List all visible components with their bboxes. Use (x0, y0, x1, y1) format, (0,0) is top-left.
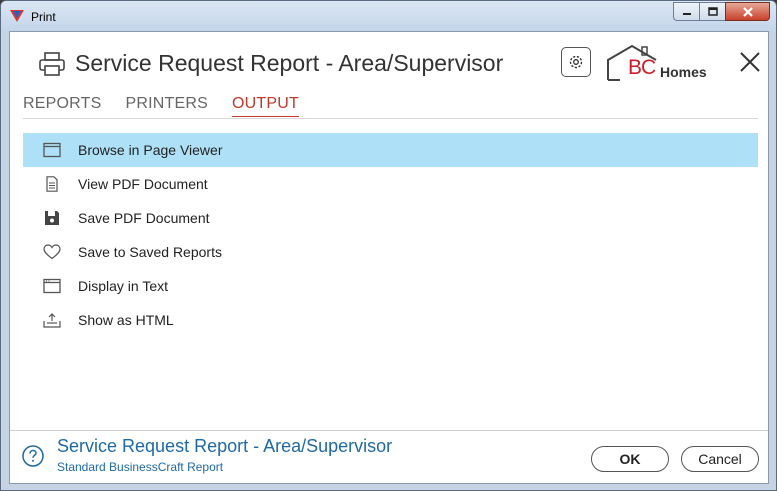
dialog-close-icon[interactable] (738, 50, 762, 74)
option-browse-page-viewer[interactable]: Browse in Page Viewer (23, 133, 758, 167)
option-label: View PDF Document (78, 176, 208, 192)
option-label: Save to Saved Reports (78, 244, 222, 260)
option-label: Save PDF Document (78, 210, 210, 226)
logo-homes-text: Homes (660, 64, 707, 80)
option-save-pdf[interactable]: Save PDF Document (23, 201, 758, 235)
dialog-content: Service Request Report - Area/Supervisor… (9, 31, 769, 484)
minimize-button[interactable] (673, 2, 699, 21)
option-display-text[interactable]: Display in Text (23, 269, 758, 303)
title-bar[interactable]: Print (1, 1, 776, 31)
ok-button[interactable]: OK (591, 446, 669, 472)
tab-output[interactable]: OUTPUT (231, 95, 299, 117)
window-controls (673, 2, 770, 21)
heart-icon (43, 244, 61, 260)
maximize-button[interactable] (699, 2, 725, 21)
footer-divider (10, 430, 768, 431)
footer-report-subtitle: Standard BusinessCraft Report (57, 460, 224, 474)
option-show-html[interactable]: Show as HTML (23, 303, 758, 337)
maximize-icon (707, 6, 718, 16)
option-save-saved-reports[interactable]: Save to Saved Reports (23, 235, 758, 269)
tab-bar: REPORTS PRINTERS OUTPUT (23, 95, 323, 117)
option-view-pdf[interactable]: View PDF Document (23, 167, 758, 201)
output-options-list: Browse in Page Viewer View PDF Document … (23, 133, 758, 337)
footer-report-title: Service Request Report - Area/Supervisor (57, 436, 393, 456)
logo-bc-text: BC (628, 56, 656, 79)
gear-icon (569, 55, 583, 69)
window-title: Print (31, 10, 56, 24)
cancel-button[interactable]: Cancel (681, 446, 759, 472)
export-tray-icon (43, 313, 61, 328)
close-icon (742, 6, 753, 17)
option-label: Show as HTML (78, 312, 174, 328)
document-icon (46, 176, 58, 192)
window-close-button[interactable] (725, 2, 770, 21)
print-window: Print Service Request Report - Area/Supe… (0, 0, 777, 491)
window-icon (43, 142, 61, 158)
tab-reports[interactable]: REPORTS (23, 95, 101, 117)
tab-printers[interactable]: PRINTERS (125, 95, 208, 117)
report-title: Service Request Report - Area/Supervisor (75, 50, 504, 76)
floppy-disk-icon (45, 211, 59, 225)
option-label: Display in Text (78, 278, 169, 294)
tab-divider (23, 118, 758, 119)
text-window-icon (43, 278, 61, 294)
option-label: Browse in Page Viewer (78, 142, 223, 158)
company-logo: BC Homes (602, 42, 722, 82)
printer-icon (39, 52, 65, 76)
help-icon[interactable] (22, 445, 44, 467)
app-logo-icon (10, 10, 24, 22)
minimize-icon (682, 12, 691, 15)
settings-button[interactable] (561, 47, 591, 77)
